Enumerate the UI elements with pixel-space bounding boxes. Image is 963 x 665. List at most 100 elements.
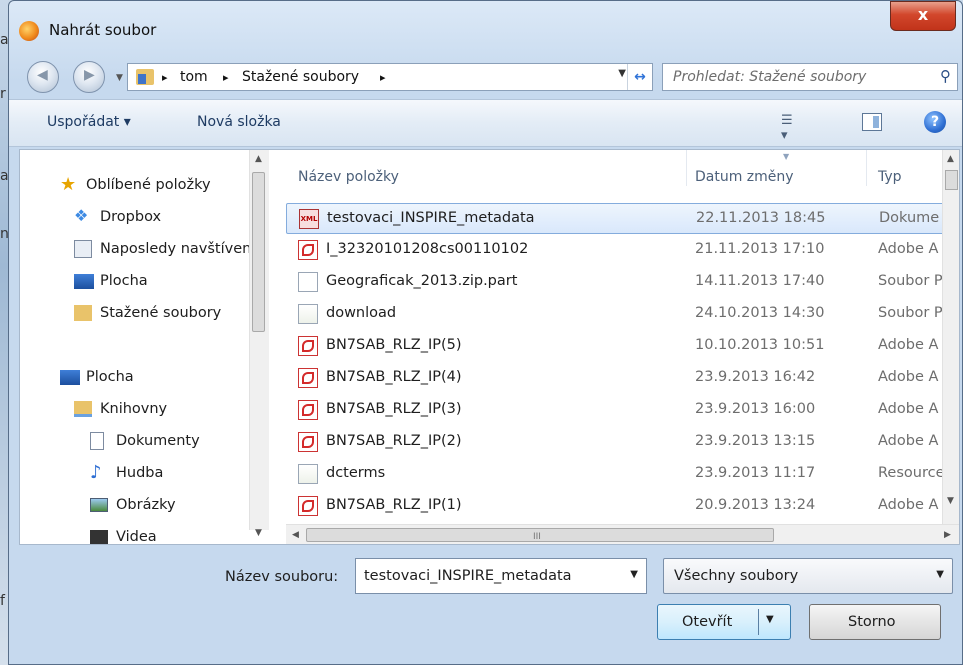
file-row[interactable]: download 24.10.2013 14:30 Soubor P: [286, 299, 959, 330]
file-row[interactable]: dcterms 23.9.2013 11:17 Resource: [286, 459, 959, 490]
file-row[interactable]: BN7SAB_RLZ_IP(5) 10.10.2013 10:51 Adobe …: [286, 331, 959, 362]
text-file-icon: [298, 464, 318, 484]
breadcrumb-tom[interactable]: tom: [180, 69, 208, 85]
star-icon: ★: [60, 174, 77, 195]
new-folder-button[interactable]: Nová složka: [197, 114, 281, 130]
file-list-scrollbar[interactable]: ▲ ▼: [942, 150, 959, 530]
file-row[interactable]: Geograficak_2013.zip.part 14.11.2013 17:…: [286, 267, 959, 298]
navigation-row: ◀ ▶ ▼ ▸ tom ▸ Stažené soubory ▸ ▼ ↔ Proh…: [9, 53, 962, 99]
scroll-right-icon[interactable]: ▶: [944, 530, 951, 540]
nav-item-label: Dokumenty: [116, 433, 200, 449]
file-row[interactable]: BN7SAB_RLZ_IP(3) 23.9.2013 16:00 Adobe A: [286, 395, 959, 426]
back-button[interactable]: ◀: [27, 61, 59, 93]
forward-arrow-icon: ▶: [84, 67, 95, 83]
scroll-left-icon[interactable]: ◀: [292, 530, 299, 540]
scroll-down-icon[interactable]: ▼: [947, 496, 954, 506]
breadcrumb-separator[interactable]: ▸: [380, 71, 386, 84]
filename-value: testovaci_INSPIRE_metadata: [364, 568, 572, 584]
scroll-down-icon[interactable]: ▼: [255, 528, 262, 538]
file-name: dcterms: [326, 465, 386, 481]
file-date: 14.11.2013 17:40: [695, 273, 825, 289]
downloads-folder-icon: [74, 305, 92, 321]
file-row[interactable]: BN7SAB_RLZ_IP(4) 23.9.2013 16:42 Adobe A: [286, 363, 959, 394]
breadcrumb-separator[interactable]: ▸: [223, 71, 229, 84]
nav-item-label: Oblíbené položky: [86, 177, 211, 193]
search-placeholder: Prohledat: Stažené soubory: [673, 69, 867, 85]
column-separator[interactable]: [686, 150, 687, 186]
file-date: 20.9.2013 13:24: [695, 497, 816, 513]
music-icon: ♪: [90, 462, 102, 483]
pdf-file-icon: [298, 432, 318, 452]
forward-button[interactable]: ▶: [73, 61, 105, 93]
filter-dropdown-icon[interactable]: ▼: [936, 569, 944, 580]
cancel-button-label: Storno: [848, 614, 896, 630]
file-row[interactable]: BN7SAB_RLZ_IP(2) 23.9.2013 13:15 Adobe A: [286, 427, 959, 458]
nav-item-label: Videa: [116, 529, 157, 544]
scroll-up-icon[interactable]: ▲: [255, 154, 262, 164]
breadcrumb-separator[interactable]: ▸: [162, 71, 168, 84]
scroll-up-icon[interactable]: ▲: [947, 154, 954, 164]
file-date: 10.10.2013 10:51: [695, 337, 825, 353]
file-name: BN7SAB_RLZ_IP(2): [326, 433, 462, 449]
file-type-filter[interactable]: Všechny soubory ▼: [663, 558, 953, 594]
command-toolbar: Uspořádat ▾ Nová složka ☰ ▾ ?: [9, 99, 962, 147]
cancel-button[interactable]: Storno: [809, 604, 941, 640]
title-bar[interactable]: Nahrát soubor x: [9, 1, 962, 53]
organize-button[interactable]: Uspořádat ▾: [47, 114, 131, 130]
file-date: 23.9.2013 11:17: [695, 465, 816, 481]
pdf-file-icon: [298, 240, 318, 260]
file-list-scroll-thumb[interactable]: [945, 170, 958, 190]
search-input[interactable]: Prohledat: Stažené soubory ⚲: [662, 63, 958, 91]
pdf-file-icon: [298, 400, 318, 420]
column-header-name[interactable]: Název položky: [298, 169, 399, 185]
file-row[interactable]: BN7SAB_RLZ_IP(1) 20.9.2013 13:24 Adobe A: [286, 491, 959, 522]
recent-places-icon: [74, 240, 92, 258]
file-name: BN7SAB_RLZ_IP(4): [326, 369, 462, 385]
pdf-file-icon: [298, 368, 318, 388]
preview-pane-icon[interactable]: [862, 113, 882, 131]
help-icon[interactable]: ?: [924, 111, 946, 133]
filename-dropdown-icon[interactable]: ▼: [630, 569, 638, 580]
column-header-type[interactable]: Typ: [878, 169, 902, 185]
pictures-icon: [90, 498, 108, 512]
nav-pane-scroll-thumb[interactable]: [252, 172, 265, 332]
close-button[interactable]: x: [890, 1, 956, 31]
pdf-file-icon: [298, 336, 318, 356]
firefox-icon: [19, 21, 39, 41]
navigation-pane: ★ Oblíbené položky ❖ Dropbox Naposledy n…: [20, 150, 272, 544]
open-button[interactable]: Otevřít ▼: [657, 604, 791, 640]
file-name: BN7SAB_RLZ_IP(1): [326, 497, 462, 513]
view-options-icon[interactable]: ☰ ▾: [781, 113, 803, 143]
search-icon[interactable]: ⚲: [940, 67, 951, 85]
column-header-date[interactable]: Datum změny: [695, 169, 794, 185]
column-separator[interactable]: [866, 150, 867, 186]
file-name: BN7SAB_RLZ_IP(5): [326, 337, 462, 353]
filename-label: Název souboru:: [225, 569, 339, 585]
open-options-dropdown-icon[interactable]: ▼: [766, 614, 774, 625]
file-name: testovaci_INSPIRE_metadata: [327, 210, 535, 226]
file-date: 23.9.2013 16:42: [695, 369, 816, 385]
documents-icon: [90, 432, 104, 450]
file-row[interactable]: I_32320101208cs00110102 21.11.2013 17:10…: [286, 235, 959, 266]
address-dropdown-icon[interactable]: ▼: [618, 68, 626, 79]
downloads-folder-icon: [136, 69, 154, 85]
breadcrumb-downloads[interactable]: Stažené soubory: [242, 69, 359, 85]
file-date: 23.9.2013 16:00: [695, 401, 816, 417]
file-name: Geograficak_2013.zip.part: [326, 273, 518, 289]
nav-item-label: Stažené soubory: [100, 305, 222, 321]
file-date: 21.11.2013 17:10: [695, 241, 825, 257]
upload-dialog: Nahrát soubor x ◀ ▶ ▼ ▸ tom ▸ Stažené so…: [8, 0, 963, 665]
horizontal-scroll-thumb[interactable]: III: [306, 528, 774, 542]
text-file-icon: [298, 304, 318, 324]
file-row[interactable]: XML testovaci_INSPIRE_metadata 22.11.201…: [286, 203, 959, 234]
recent-pages-dropdown-icon[interactable]: ▼: [116, 73, 123, 83]
nav-item-label: Hudba: [116, 465, 164, 481]
nav-item-label: Obrázky: [116, 497, 176, 513]
pane-splitter[interactable]: [272, 150, 286, 544]
horizontal-scrollbar[interactable]: ◀ III ▶: [286, 524, 959, 544]
filename-field[interactable]: testovaci_INSPIRE_metadata ▼: [355, 558, 647, 594]
dropbox-icon: ❖: [74, 206, 89, 225]
videos-icon: [90, 530, 108, 544]
refresh-button[interactable]: ↔: [627, 64, 652, 90]
address-bar[interactable]: ▸ tom ▸ Stažené soubory ▸ ▼ ↔: [127, 63, 653, 91]
